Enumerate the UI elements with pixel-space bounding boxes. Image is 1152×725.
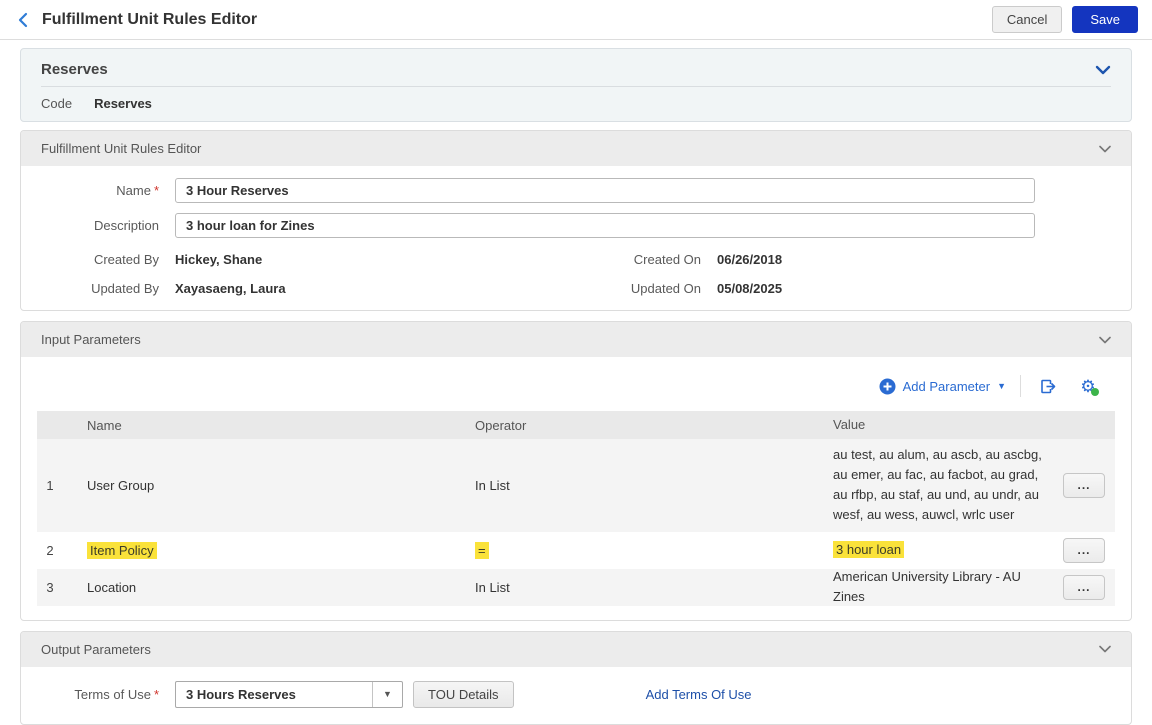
row-actions-button[interactable]: ... [1063,473,1105,498]
column-header-operator: Operator [451,418,809,433]
input-parameters-title: Input Parameters [41,332,141,347]
parameter-value: au test, au alum, au ascb, au ascbg, au … [809,439,1053,532]
details-panel-title: Fulfillment Unit Rules Editor [41,141,201,156]
output-parameters-title: Output Parameters [41,642,151,657]
parameter-operator: = [451,543,809,558]
code-value: Reserves [94,96,152,111]
required-marker: * [154,687,159,702]
tou-details-button[interactable]: TOU Details [413,681,514,708]
terms-of-use-label: Terms of Use* [21,687,159,702]
required-marker: * [154,183,159,198]
row-number: 1 [37,478,63,493]
created-on-value: 06/26/2018 [717,252,782,267]
row-number: 2 [37,543,63,558]
summary-panel: Reserves Code Reserves [20,48,1132,122]
parameter-operator: In List [451,478,809,493]
name-field[interactable] [175,178,1035,203]
updated-on-value: 05/08/2025 [717,281,782,296]
updated-by-value: Xayasaeng, Laura [175,281,615,296]
name-label: Name* [21,183,159,198]
parameter-value: American University Library - AU Zines [809,561,1053,613]
parameter-name: Item Policy [63,543,451,558]
save-button[interactable]: Save [1072,6,1138,33]
updated-by-label: Updated By [21,281,159,296]
add-terms-of-use-link[interactable]: Add Terms Of Use [646,687,752,702]
input-parameters-panel: Input Parameters Add Parameter ▼ [20,321,1132,621]
row-actions-button[interactable]: ... [1063,538,1105,563]
gear-icon: ⚙ [1080,378,1095,395]
column-header-value: Value [809,409,1053,441]
chevron-down-icon [1095,65,1111,75]
description-label: Description [21,218,159,233]
summary-title: Reserves [41,61,108,78]
export-icon [1039,378,1057,395]
add-parameter-label: Add Parameter [903,379,990,394]
parameter-name: User Group [63,478,451,493]
plus-circle-icon [879,378,896,395]
chevron-down-icon [1099,336,1111,344]
parameter-operator: In List [451,580,809,595]
page-title: Fulfillment Unit Rules Editor [42,11,257,29]
row-actions-button[interactable]: ... [1063,575,1105,600]
parameters-table: Name Operator Value 1 User Group In List… [37,411,1115,606]
row-number: 3 [37,580,63,595]
add-parameter-button[interactable]: Add Parameter ▼ [879,378,1006,395]
table-row: 1 User Group In List au test, au alum, a… [37,439,1115,532]
input-parameters-collapse-toggle[interactable] [1099,336,1111,344]
export-button[interactable] [1035,373,1061,399]
chevron-down-icon [1099,645,1111,653]
output-parameters-collapse-toggle[interactable] [1099,645,1111,653]
select-caret-button[interactable]: ▼ [372,682,402,707]
details-collapse-toggle[interactable] [1099,145,1111,153]
details-panel: Fulfillment Unit Rules Editor Name* Desc… [20,130,1132,311]
table-row: 3 Location In List American University L… [37,569,1115,606]
table-header-row: Name Operator Value [37,411,1115,439]
back-button[interactable] [10,7,36,33]
customize-view-button[interactable]: ⚙ [1075,373,1101,399]
summary-divider [41,86,1111,87]
gear-status-dot [1091,388,1099,396]
caret-down-icon: ▼ [997,381,1006,391]
top-bar: Fulfillment Unit Rules Editor Cancel Sav… [0,0,1152,40]
terms-of-use-value: 3 Hours Reserves [176,682,372,707]
chevron-left-icon [16,12,30,28]
column-header-name: Name [63,418,451,433]
chevron-down-icon [1099,145,1111,153]
parameter-name: Location [63,580,451,595]
summary-collapse-toggle[interactable] [1095,65,1111,75]
updated-on-label: Updated On [615,281,701,296]
created-by-value: Hickey, Shane [175,252,615,267]
output-parameters-panel: Output Parameters Terms of Use* 3 Hours … [20,631,1132,725]
code-label: Code [41,96,72,111]
created-on-label: Created On [615,252,701,267]
toolbar-divider [1020,375,1021,397]
description-field[interactable] [175,213,1035,238]
created-by-label: Created By [21,252,159,267]
cancel-button[interactable]: Cancel [992,6,1062,33]
terms-of-use-select[interactable]: 3 Hours Reserves ▼ [175,681,403,708]
